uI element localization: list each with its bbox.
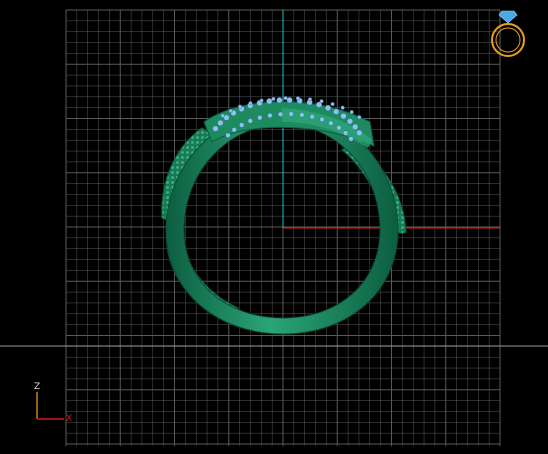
axis-label-z: Z (34, 382, 40, 392)
axis-label-x: X (66, 414, 72, 424)
3d-viewport[interactable]: Z X (0, 0, 548, 454)
